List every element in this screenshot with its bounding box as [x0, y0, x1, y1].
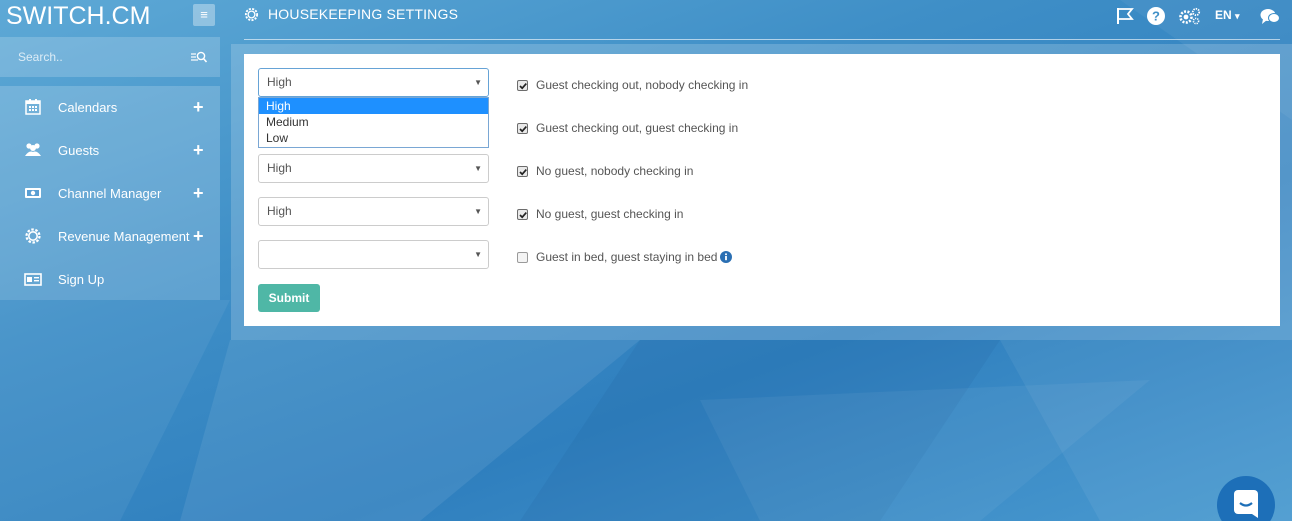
caret-down-icon: ▼	[474, 78, 482, 87]
submit-button[interactable]: Submit	[258, 284, 320, 312]
chat-widget-button[interactable]	[1217, 476, 1275, 521]
checkbox-row-5[interactable]: Guest in bed, guest staying in bed	[517, 249, 733, 265]
priority-dropdown-menu: High Medium Low	[258, 97, 489, 148]
caret-down-icon: ▼	[474, 164, 482, 173]
help-icon[interactable]: ?	[1146, 6, 1166, 26]
checkbox-label: No guest, nobody checking in	[536, 164, 694, 178]
language-label: EN	[1215, 8, 1232, 22]
search-input[interactable]	[0, 37, 190, 77]
expand-plus-icon[interactable]: +	[193, 226, 204, 247]
expand-plus-icon[interactable]: +	[193, 97, 204, 118]
caret-down-icon: ▼	[474, 250, 482, 259]
checkbox-row-3[interactable]: No guest, nobody checking in	[517, 163, 693, 179]
checkbox-label: Guest checking out, nobody checking in	[536, 78, 749, 92]
checkmark-icon	[519, 82, 527, 89]
sidebar-item-calendars[interactable]: Calendars +	[0, 86, 220, 128]
expand-plus-icon[interactable]: +	[193, 183, 204, 204]
sidebar-item-label: Calendars	[58, 99, 118, 115]
checkbox-row-1[interactable]: Guest checking out, nobody checking in	[517, 77, 748, 93]
housekeeping-settings-panel: High ▼ High Medium Low High ▼ High ▼ ▼ G…	[244, 54, 1280, 326]
priority-select-1[interactable]: High ▼	[258, 68, 489, 97]
priority-select-5[interactable]: ▼	[258, 240, 489, 269]
dropdown-option-medium[interactable]: Medium	[259, 114, 488, 130]
flag-icon[interactable]	[1115, 6, 1135, 26]
chat-widget-icon	[1234, 490, 1258, 518]
select-value: High	[267, 161, 292, 175]
users-icon	[25, 143, 41, 156]
checkbox-row-4[interactable]: No guest, guest checking in	[517, 206, 683, 222]
dropdown-option-high[interactable]: High	[259, 98, 488, 114]
checkbox-row-2[interactable]: Guest checking out, guest checking in	[517, 120, 738, 136]
sidebar-item-guests[interactable]: Guests +	[0, 129, 220, 171]
checkbox[interactable]	[517, 79, 528, 91]
language-selector[interactable]: EN ▾	[1215, 8, 1240, 22]
settings-gear-icon	[244, 7, 259, 22]
checkbox[interactable]	[517, 122, 528, 134]
checkbox-label: Guest checking out, guest checking in	[536, 121, 739, 135]
search-icon[interactable]	[190, 50, 208, 64]
settings-icon[interactable]	[1178, 6, 1202, 26]
svg-text:?: ?	[1152, 9, 1160, 24]
select-value: High	[267, 75, 292, 89]
id-card-icon	[24, 273, 42, 286]
sidebar-item-label: Revenue Management	[58, 228, 190, 244]
dropdown-option-low[interactable]: Low	[259, 130, 488, 146]
info-icon[interactable]	[720, 251, 733, 263]
sidebar-item-channel-manager[interactable]: Channel Manager +	[0, 172, 220, 214]
sidebar-item-label: Channel Manager	[58, 185, 162, 201]
caret-down-icon: ▾	[1235, 11, 1240, 21]
checkmark-icon	[519, 125, 527, 132]
priority-select-4[interactable]: High ▼	[258, 197, 489, 226]
sidebar-nav: Calendars + Guests + Channel Manager + R…	[0, 86, 220, 300]
calendar-icon	[25, 99, 41, 115]
sidebar-search	[0, 37, 220, 77]
checkbox-label: No guest, guest checking in	[536, 207, 684, 221]
checkbox[interactable]	[517, 165, 528, 177]
hamburger-icon: ≡	[200, 7, 208, 22]
caret-down-icon: ▼	[474, 207, 482, 216]
checkbox-label: Guest in bed, guest staying in bed	[536, 250, 718, 264]
checkmark-icon	[519, 211, 527, 218]
money-icon	[25, 188, 41, 198]
checkmark-icon	[519, 168, 527, 175]
chat-icon[interactable]	[1259, 6, 1281, 26]
header-divider	[244, 39, 1280, 40]
page-title: HOUSEKEEPING SETTINGS	[268, 6, 459, 22]
expand-plus-icon[interactable]: +	[193, 140, 204, 161]
checkbox[interactable]	[517, 251, 528, 263]
gear-icon	[25, 228, 41, 244]
priority-select-3[interactable]: High ▼	[258, 154, 489, 183]
select-value: High	[267, 204, 292, 218]
sidebar-item-sign-up[interactable]: Sign Up	[0, 258, 220, 300]
sidebar-item-label: Sign Up	[58, 271, 105, 287]
sidebar-item-label: Guests	[58, 142, 100, 158]
checkbox[interactable]	[517, 208, 528, 220]
app-logo[interactable]: SWITCH.CM	[6, 0, 150, 32]
menu-toggle-button[interactable]: ≡	[193, 4, 215, 26]
sidebar-item-revenue-management[interactable]: Revenue Management +	[0, 215, 220, 257]
